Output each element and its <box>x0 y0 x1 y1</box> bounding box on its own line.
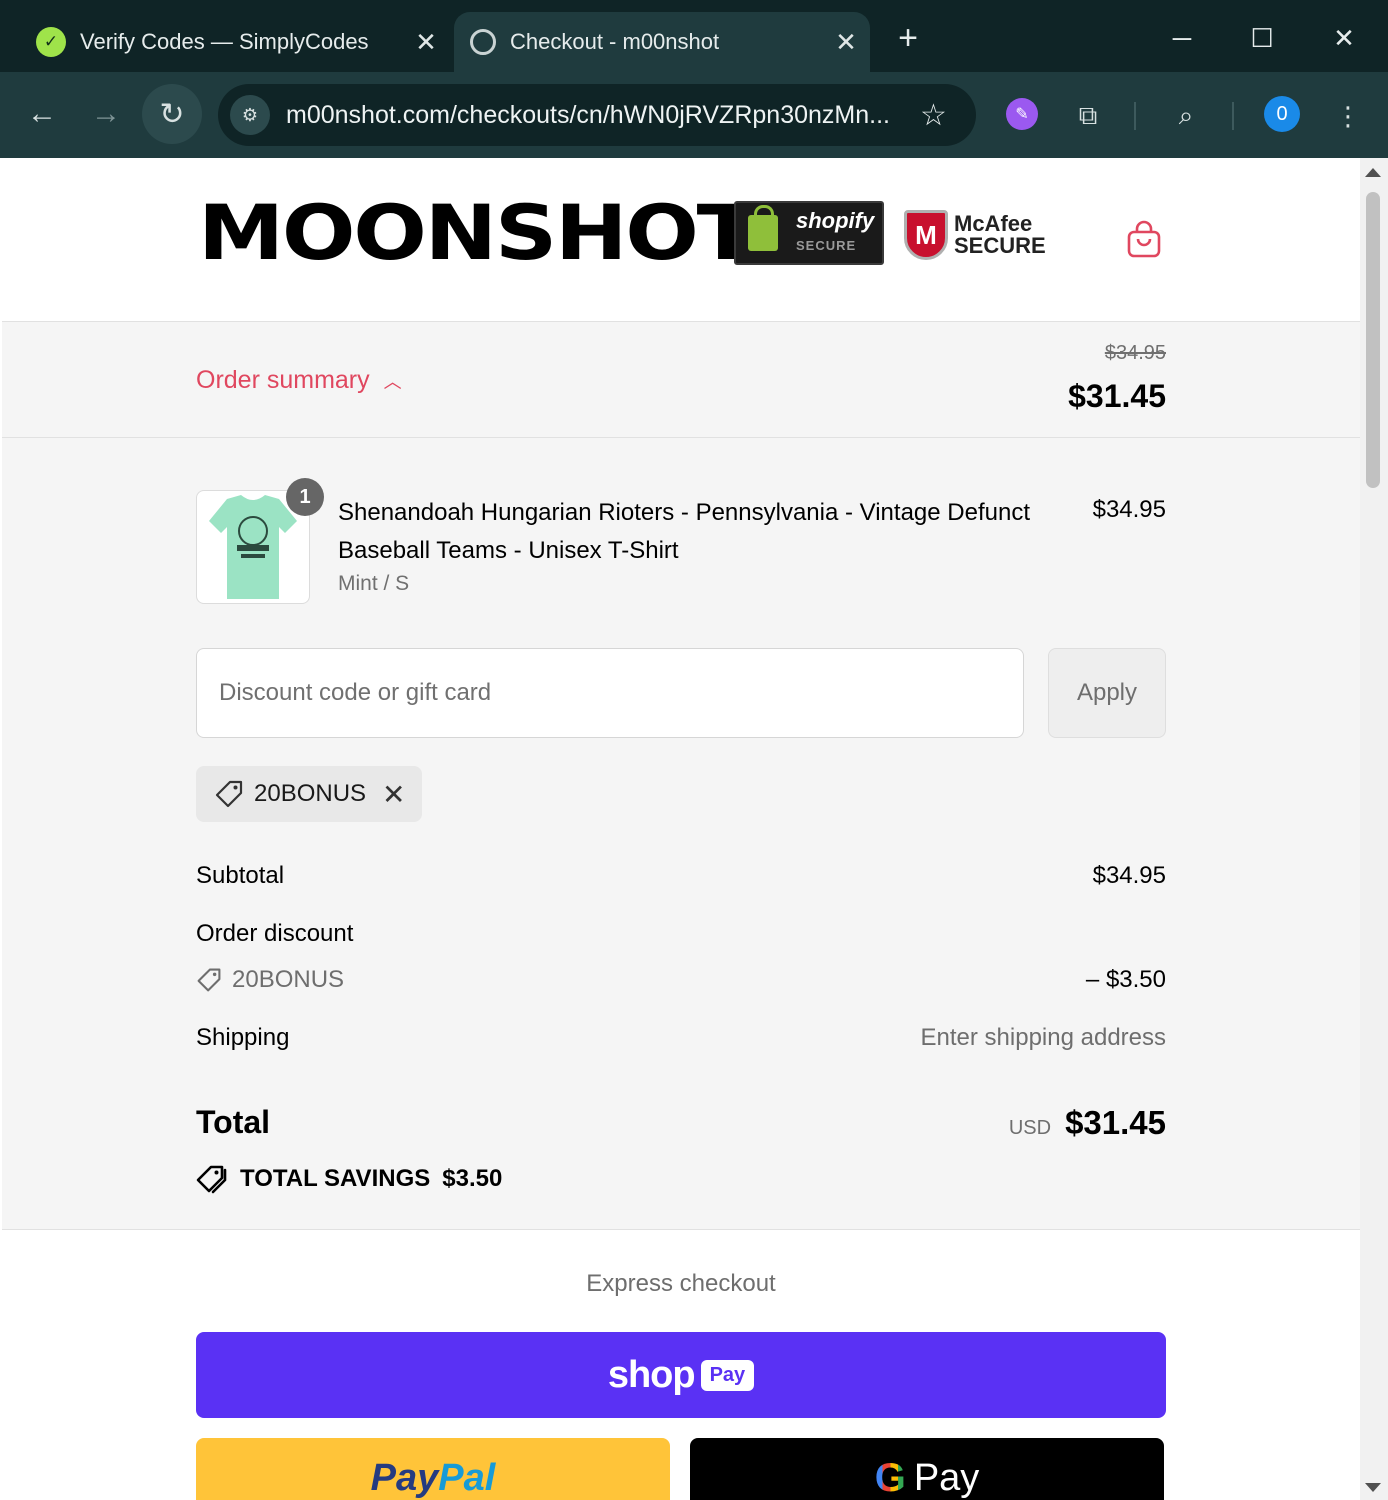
discount-code-input[interactable]: Discount code or gift card <box>196 648 1024 738</box>
order-summary-toggle[interactable]: Order summary ︿ <box>196 366 402 395</box>
total-savings-label: TOTAL SAVINGS <box>240 1165 431 1192</box>
mcafee-secure-badge: M McAfee SECURE <box>904 208 1046 262</box>
apply-discount-button[interactable]: Apply <box>1048 648 1166 738</box>
total-savings-value: $3.50 <box>442 1165 503 1192</box>
total-value-group: USD $31.45 <box>1009 1104 1166 1142</box>
paypal-button[interactable]: Pay Pal <box>196 1438 670 1500</box>
mcafee-shield-icon: M <box>904 210 948 260</box>
maximize-button[interactable]: ☐ <box>1240 16 1284 60</box>
search-tabs-icon[interactable]: ⌕ <box>1164 94 1208 138</box>
shopping-bag-icon[interactable] <box>1126 220 1162 258</box>
tab-title: Checkout - m00nshot <box>510 29 720 54</box>
order-summary-bar[interactable]: Order summary ︿ $34.95 $31.45 <box>2 322 1360 438</box>
shoppay-wordmark: shop <box>607 1353 696 1396</box>
shopify-secure-badge: shopify SECURE <box>734 201 884 265</box>
total-value: $31.45 <box>1065 1104 1166 1141</box>
savings-tags-icon <box>196 1165 227 1194</box>
page-viewport: MOONSHOT shopify SECURE M McAfee SECURE … <box>2 158 1360 1500</box>
browser-toolbar: ← → ↻ ⚙ m00nshot.com/checkouts/cn/hWN0jR… <box>0 72 1388 158</box>
discount-value: – $3.50 <box>1085 966 1166 993</box>
total-savings: TOTAL SAVINGS $3.50 <box>196 1164 502 1194</box>
product-price: $34.95 <box>1092 496 1166 523</box>
shipping-label: Shipping <box>196 1024 290 1051</box>
globe-icon <box>470 29 496 55</box>
address-bar[interactable]: ⚙ m00nshot.com/checkouts/cn/hWN0jRVZRpn3… <box>218 84 976 146</box>
scrollbar-thumb[interactable] <box>1366 192 1380 488</box>
summary-total-price: $31.45 <box>1068 378 1166 414</box>
close-tab-icon[interactable]: ✕ <box>828 27 864 58</box>
quantity-badge: 1 <box>286 478 324 516</box>
tag-icon <box>197 968 221 992</box>
site-settings-icon[interactable]: ⚙ <box>230 95 270 135</box>
applied-code-label: 20BONUS <box>254 780 367 807</box>
shopify-badge-sub: SECURE <box>796 237 857 253</box>
tab-title: Verify Codes — SimplyCodes <box>80 29 369 54</box>
scroll-down-arrow[interactable] <box>1365 1483 1381 1492</box>
order-discount-label: Order discount <box>196 920 354 947</box>
paypal-wordmark-1: Pay <box>370 1456 439 1499</box>
order-summary-label: Order summary <box>196 366 370 394</box>
toolbar-divider <box>1232 102 1234 130</box>
menu-kebab-icon[interactable]: ⋮ <box>1326 94 1370 138</box>
back-button[interactable]: ← <box>12 84 72 144</box>
extensions-puzzle-icon[interactable]: ⧉ <box>1066 94 1110 138</box>
shoppay-pill: Pay <box>700 1359 755 1391</box>
forward-button[interactable]: → <box>76 84 136 144</box>
paypal-wordmark-2: Pal <box>438 1456 496 1499</box>
express-checkout-title: Express checkout <box>586 1270 776 1297</box>
lock-icon <box>748 205 778 251</box>
close-window-button[interactable]: ✕ <box>1322 16 1366 60</box>
currency-code: USD <box>1008 1117 1052 1139</box>
store-logo[interactable]: MOONSHOT <box>198 195 756 271</box>
google-pay-button[interactable]: G Pay <box>690 1438 1164 1500</box>
shop-pay-button[interactable]: shop Pay <box>196 1332 1166 1418</box>
product-name: Shenandoah Hungarian Rioters - Pennsylva… <box>338 499 1030 564</box>
discount-code-text: 20BONUS <box>232 966 345 993</box>
checkout-header: MOONSHOT shopify SECURE M McAfee SECURE <box>2 158 1360 322</box>
remove-discount-icon[interactable]: ✕ <box>382 778 405 811</box>
minimize-button[interactable]: ─ <box>1160 16 1204 60</box>
subtotal-value: $34.95 <box>1092 862 1166 889</box>
tab-checkout[interactable]: Checkout - m00nshot ✕ <box>454 12 870 72</box>
order-summary-panel: 1 Shenandoah Hungarian Rioters - Pennsyl… <box>2 438 1360 1230</box>
tab-simplycodes[interactable]: ✓ Verify Codes — SimplyCodes ✕ <box>20 12 450 72</box>
shopify-badge-brand: shopify <box>796 207 875 233</box>
mcafee-badge-sub: SECURE <box>954 233 1046 258</box>
extension-icon[interactable]: ✎ <box>1006 98 1038 130</box>
toolbar-divider <box>1134 102 1136 130</box>
subtotal-label: Subtotal <box>196 862 285 889</box>
product-variant: Mint / S <box>338 572 410 595</box>
original-price: $34.95 <box>1104 342 1166 364</box>
google-g-icon: G <box>874 1455 906 1500</box>
scroll-up-arrow[interactable] <box>1365 168 1381 177</box>
shipping-value: Enter shipping address <box>920 1024 1166 1051</box>
bookmark-star-icon[interactable]: ☆ <box>920 98 947 133</box>
new-tab-button[interactable]: + <box>890 18 926 58</box>
url-text[interactable]: m00nshot.com/checkouts/cn/hWN0jRVZRpn30n… <box>286 101 906 130</box>
applied-discount-chip: 20BONUS ✕ <box>196 766 422 822</box>
profile-avatar[interactable]: 0 <box>1264 96 1300 132</box>
simplycodes-icon: ✓ <box>36 27 66 57</box>
tab-strip: ✓ Verify Codes — SimplyCodes ✕ Checkout … <box>0 0 1388 72</box>
reload-button[interactable]: ↻ <box>142 84 202 144</box>
page-scrollbar[interactable] <box>1360 158 1388 1500</box>
tag-icon <box>215 780 243 808</box>
discount-code-row: 20BONUS <box>196 966 344 994</box>
close-tab-icon[interactable]: ✕ <box>408 27 444 58</box>
total-label: Total <box>196 1104 271 1140</box>
gpay-wordmark: Pay <box>913 1456 980 1499</box>
chevron-up-icon: ︿ <box>383 371 402 392</box>
